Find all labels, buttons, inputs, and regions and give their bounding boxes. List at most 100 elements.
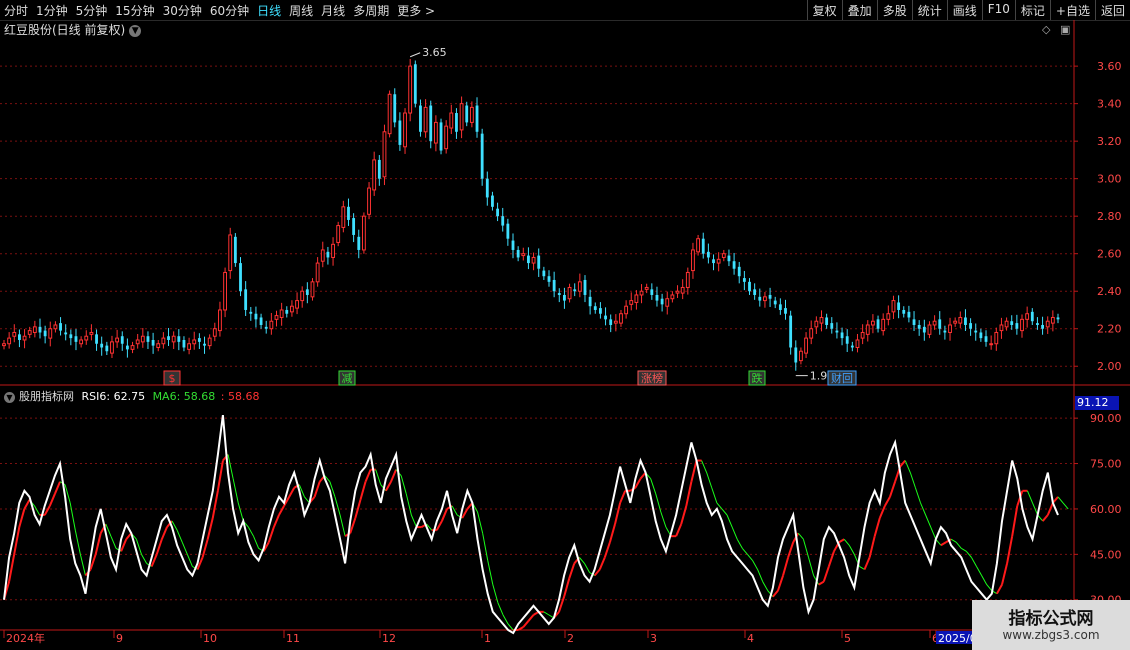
candle-body [290, 305, 294, 313]
candle-body [2, 343, 6, 347]
ma-segment [878, 505, 886, 519]
ma-segment [685, 481, 693, 507]
candle-body [228, 234, 233, 272]
candle-body [855, 339, 860, 348]
candle-body [305, 289, 309, 295]
ma-segment [385, 481, 392, 492]
ma-segment [176, 529, 183, 543]
candle-body [527, 255, 530, 264]
date-label: 1 [484, 632, 491, 645]
ma-segment [288, 487, 296, 498]
ma-segment [247, 526, 254, 537]
chart-canvas[interactable]: 3.60 3.40 3.20 3.00 2.80 2.60 2.40 2.20 2.00 3.6… [0, 0, 1130, 650]
candle-body [171, 335, 176, 343]
candle-body [320, 249, 325, 262]
ma-segment [502, 614, 509, 625]
candle-body [1020, 318, 1024, 332]
candle-body [419, 105, 422, 132]
candle-body [537, 255, 541, 269]
candle-body [552, 279, 556, 292]
candle-body [177, 336, 181, 342]
ma-segment [206, 517, 214, 540]
candle-body [269, 320, 274, 330]
candle-body [465, 105, 469, 123]
ma-segment [593, 568, 601, 577]
watermark-url: www.zbgs3.com [1002, 628, 1100, 642]
candle-body [639, 290, 644, 296]
ma-segment [762, 581, 769, 591]
candle-body [1056, 317, 1060, 320]
candle-body [367, 187, 371, 215]
candle-body [22, 335, 27, 341]
ma-segment [736, 538, 743, 549]
candle-body [604, 315, 607, 320]
candle-body [403, 112, 407, 148]
candle-body [264, 326, 268, 329]
date-axis: 2024年 9 10 11 12 1 2 3 4 5 6 2025/0 [3, 630, 977, 645]
candle-body [840, 332, 844, 339]
candle-body [501, 216, 505, 226]
candle-body [53, 324, 58, 330]
candle-body [876, 319, 880, 329]
candle-body [95, 334, 98, 344]
candle-body [382, 131, 387, 178]
ma-segment [650, 478, 657, 494]
ma-segment [822, 566, 830, 582]
date-label: 3 [650, 632, 657, 645]
candle-body [347, 206, 350, 220]
ma-segment [752, 560, 759, 570]
ma-segment [986, 584, 993, 591]
candle-body [675, 290, 680, 294]
candle-body [84, 335, 89, 341]
candle-body [865, 324, 870, 335]
ma-segment [777, 575, 784, 591]
candle-body [573, 289, 577, 292]
ma-segment [808, 557, 815, 576]
candle-body [613, 320, 618, 324]
ma-segment [507, 623, 514, 631]
ma-segment [1011, 505, 1019, 537]
ma-segment [487, 560, 494, 585]
rsi-line [3, 414, 1059, 635]
ma-segment [1001, 563, 1009, 585]
ma-segment [390, 469, 397, 483]
indicator-tick-label: 75.00 [1090, 458, 1122, 471]
date-label: 11 [286, 632, 300, 645]
ma-segment [313, 481, 321, 498]
candle-body [18, 334, 21, 340]
chevron-down-icon[interactable]: ▼ [4, 391, 15, 403]
candle-body [352, 218, 356, 235]
ma-segment [1041, 514, 1049, 522]
candle-body [331, 243, 335, 258]
ma-segment [18, 508, 26, 528]
candle-body [773, 300, 777, 305]
ma-segment [527, 614, 535, 622]
candle-body [496, 208, 499, 217]
candle-body [326, 251, 330, 258]
indicator-name: 股朋指标网 [19, 390, 74, 403]
candle-body [105, 345, 109, 352]
candle-body [712, 259, 715, 264]
candle-body [449, 112, 454, 129]
high-pointer [409, 52, 421, 58]
candle-body [557, 293, 561, 295]
ma-segment [797, 532, 804, 540]
date-label: 5 [844, 632, 851, 645]
candle-body [542, 270, 546, 277]
candle-body [89, 331, 94, 335]
candle-body [203, 343, 206, 346]
candle-body [768, 294, 772, 299]
ma-segment [186, 554, 193, 567]
ma-segment [925, 514, 932, 528]
ma-segment [848, 545, 855, 555]
ma-segment [981, 575, 988, 585]
candle-body [799, 350, 803, 362]
candle-body [902, 309, 906, 314]
candle-body [357, 236, 361, 250]
candle-body [609, 319, 613, 325]
candle-body [680, 286, 685, 294]
ma-segment [940, 541, 947, 547]
ma-segment [884, 496, 891, 507]
ma-segment [950, 538, 957, 543]
ma-segment [787, 541, 795, 558]
